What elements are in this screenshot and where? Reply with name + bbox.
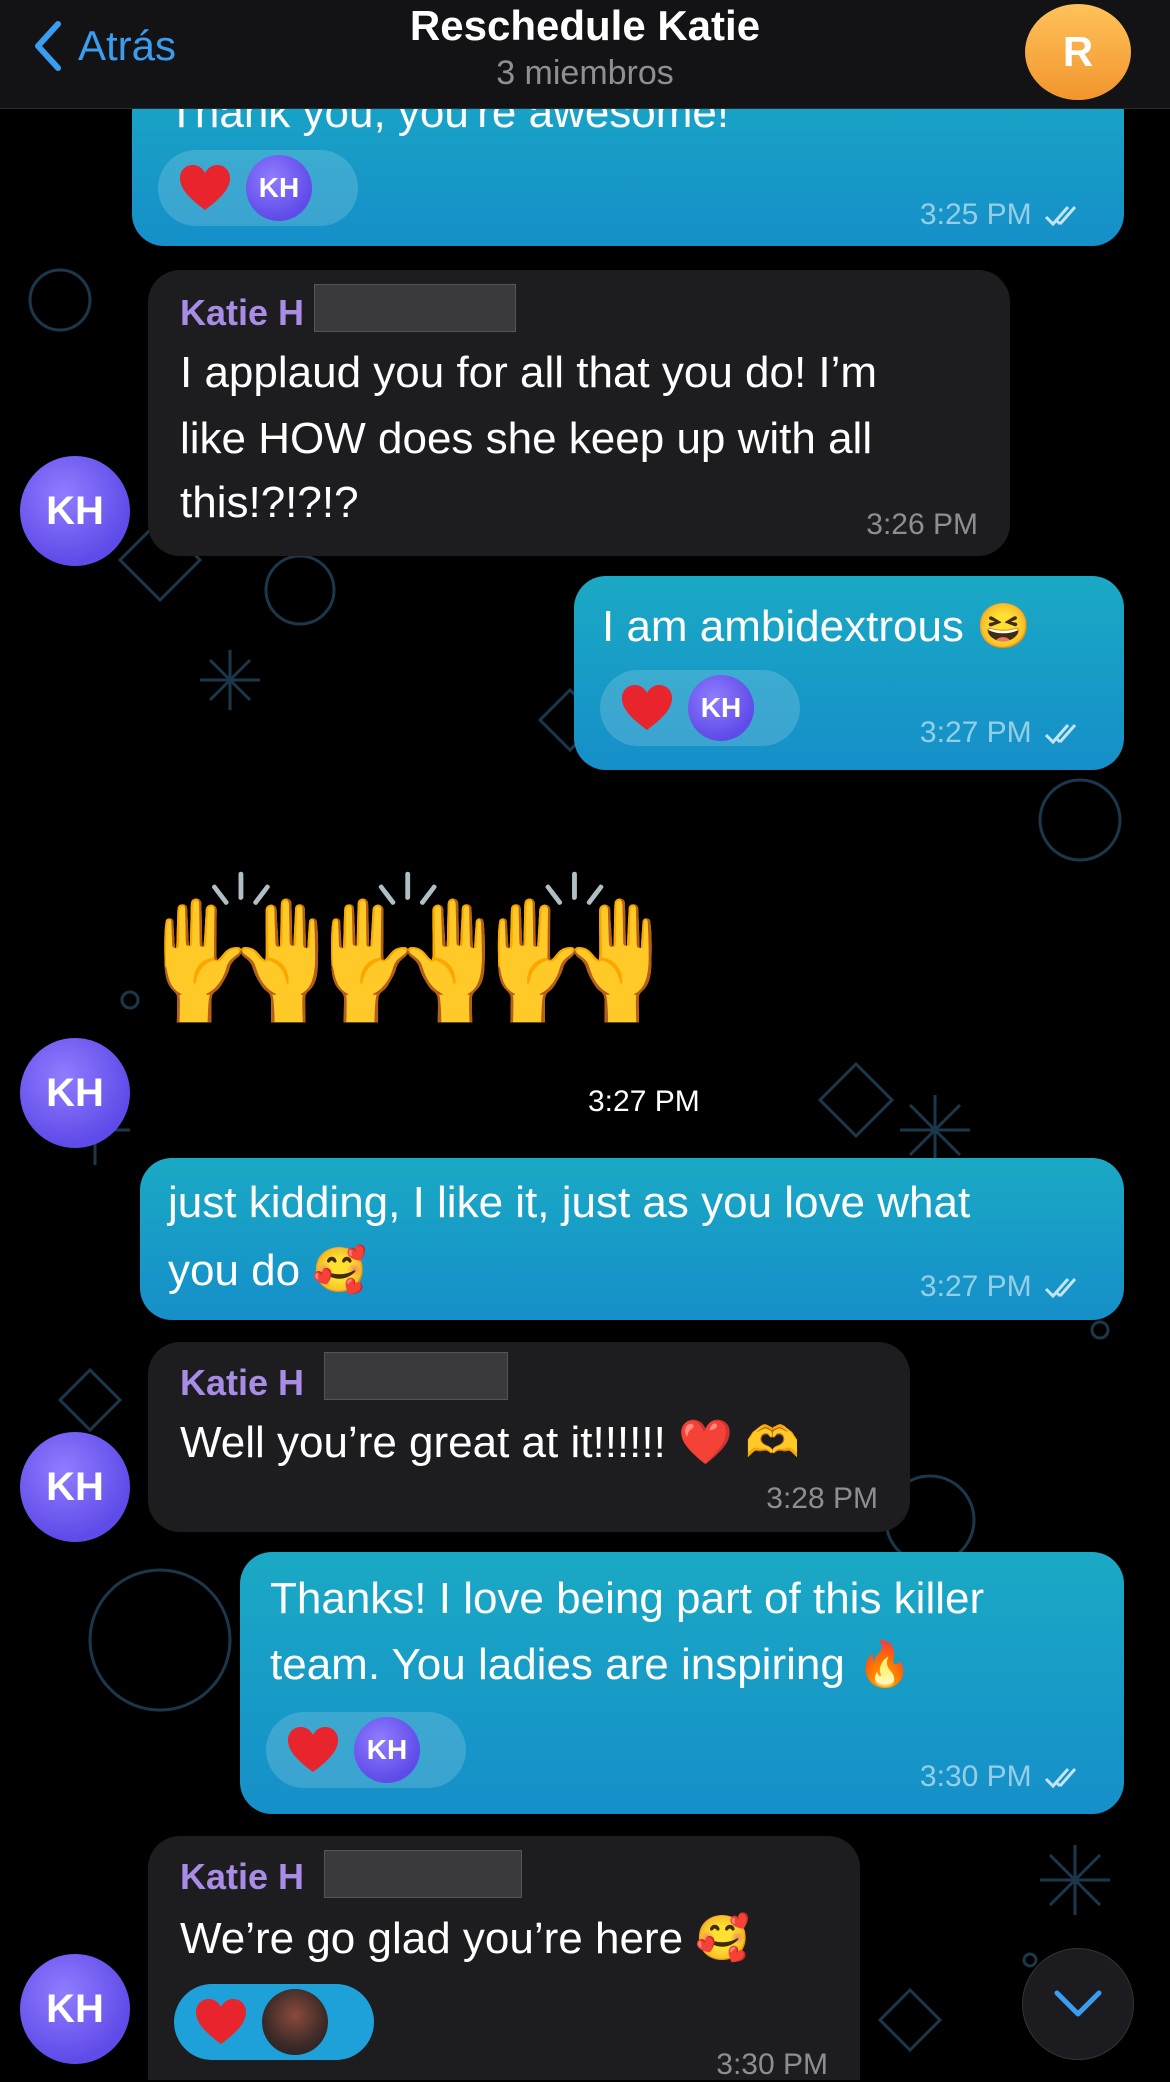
reaction-bar[interactable] — [174, 1984, 374, 2060]
double-check-icon — [1044, 1278, 1077, 1299]
emoji-message[interactable]: 🙌🙌🙌 3:27 PM — [148, 860, 748, 1124]
sender-avatar[interactable]: KH — [20, 1954, 130, 2064]
message-text-line: like HOW does she keep up with all — [180, 414, 873, 463]
message-text-line: team. You ladies are inspiring 🔥 — [270, 1640, 912, 1689]
redaction-box — [324, 1850, 522, 1898]
sender-avatar[interactable]: KH — [20, 456, 130, 566]
reaction-bar[interactable]: KH — [158, 150, 358, 226]
message-text-line: just kidding, I like it, just as you lov… — [168, 1178, 971, 1227]
redaction-box — [324, 1352, 508, 1400]
message-bubble-incoming[interactable]: Katie H Well you’re great at it!!!!!! ❤️… — [148, 1342, 910, 1532]
message-time: 3:30 PM — [920, 1760, 1086, 1794]
chat-header-overlay: Atrás Reschedule Katie 3 miembros R — [0, 0, 1170, 109]
sender-name[interactable]: Katie H — [180, 292, 304, 334]
sender-name[interactable]: Katie H — [180, 1362, 304, 1404]
heart-icon — [196, 1999, 246, 2044]
message-time-text: 3:25 PM — [919, 198, 1032, 231]
message-text-line: Thanks! I love being part of this killer — [270, 1574, 985, 1623]
message-bubble-incoming[interactable]: Katie H I applaud you for all that you d… — [148, 270, 1010, 556]
emoji-text: 🙌🙌🙌 — [148, 866, 668, 1034]
message-time-text: 3:30 PM — [919, 1760, 1032, 1793]
reaction-bar[interactable]: KH — [600, 670, 800, 746]
message-time: 3:27 PM — [920, 1270, 1086, 1304]
redaction-box — [314, 284, 516, 332]
message-text: I am ambidextrous 😆 — [602, 602, 1031, 651]
message-time-text: 3:27 PM — [919, 1270, 1032, 1303]
message-time-text: 3:27 PM — [919, 716, 1032, 749]
reaction-bar[interactable]: KH — [266, 1712, 466, 1788]
group-avatar[interactable]: R — [1025, 4, 1131, 100]
message-time: 3:27 PM — [920, 716, 1086, 750]
message-time: 3:26 PM — [866, 508, 978, 541]
message-bubble-incoming[interactable]: Katie H We’re go glad you’re here 🥰 3:30… — [148, 1836, 860, 2081]
double-check-icon — [1044, 206, 1077, 227]
message-time: 3:27 PM — [588, 1085, 700, 1118]
chat-title[interactable]: Reschedule Katie — [0, 2, 1170, 50]
message-text-line: you do 🥰 — [168, 1246, 368, 1295]
message-time: 3:28 PM — [766, 1482, 878, 1515]
heart-icon — [180, 165, 230, 210]
sender-name[interactable]: Katie H — [180, 1856, 304, 1898]
heart-icon — [622, 685, 672, 730]
message-time: 3:25 PM — [920, 198, 1086, 232]
message-bubble-outgoing[interactable]: I am ambidextrous 😆 KH 3:27 PM — [574, 576, 1124, 770]
message-time: 3:30 PM — [716, 2048, 828, 2081]
message-text: We’re go glad you’re here 🥰 — [180, 1914, 751, 1963]
reaction-avatar: KH — [354, 1717, 420, 1783]
reaction-avatar: KH — [246, 155, 312, 221]
sender-avatar[interactable]: KH — [20, 1038, 130, 1148]
reaction-avatar: KH — [688, 675, 754, 741]
chevron-down-icon — [1054, 1990, 1102, 2017]
reaction-photo-avatar — [262, 1989, 328, 2055]
message-bubble-outgoing[interactable]: just kidding, I like it, just as you lov… — [140, 1158, 1124, 1320]
heart-icon — [288, 1727, 338, 1772]
message-text: Well you’re great at it!!!!!! ❤️ 🫶 — [180, 1418, 800, 1467]
double-check-icon — [1044, 1768, 1077, 1789]
message-bubble-outgoing[interactable]: Thanks! I love being part of this killer… — [240, 1552, 1124, 1814]
emoji-time-pill: 3:27 PM — [572, 1080, 716, 1124]
double-check-icon — [1044, 724, 1077, 745]
sender-avatar[interactable]: KH — [20, 1432, 130, 1542]
scroll-to-bottom-button[interactable] — [1022, 1948, 1134, 2060]
message-text-line: this!?!?!? — [180, 478, 359, 527]
chat-member-count: 3 miembros — [496, 54, 674, 92]
message-text-line: I applaud you for all that you do! I’m — [180, 348, 878, 397]
